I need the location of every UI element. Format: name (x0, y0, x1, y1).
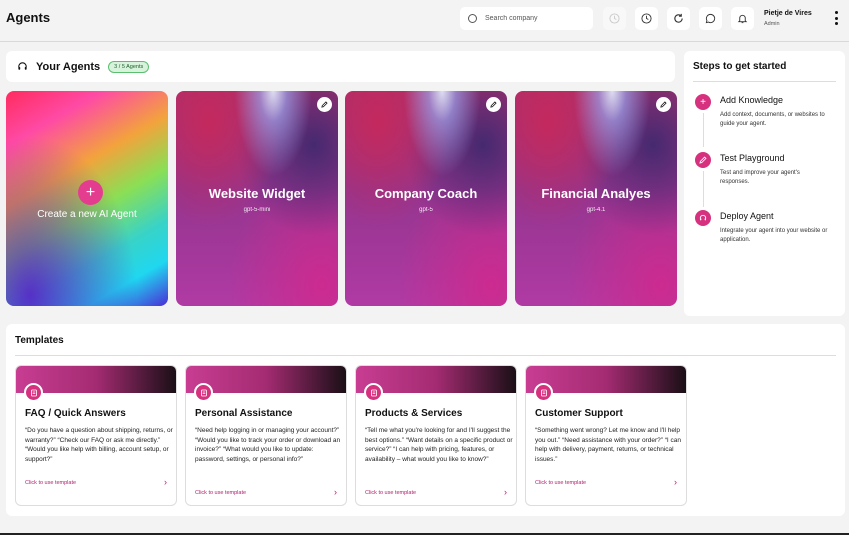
agent-card[interactable]: Financial Analyes gpt-4.1 (515, 91, 677, 306)
template-desc: “Something went wrong? Let me know and I… (535, 427, 681, 463)
use-template-link[interactable]: Click to use template (535, 480, 586, 486)
document-icon (534, 383, 553, 402)
use-template-link[interactable]: Click to use template (195, 490, 246, 496)
history-button-disabled[interactable] (603, 7, 626, 30)
kebab-icon[interactable] (834, 11, 838, 25)
chevron-right-icon[interactable]: › (504, 487, 507, 497)
notifications-button[interactable] (731, 7, 754, 30)
chat-icon (705, 13, 716, 24)
your-agents-title: Your Agents (36, 60, 101, 73)
templates-panel: Templates FAQ / Quick Answers “Do you ha… (6, 324, 845, 516)
steps-title: Steps to get started (693, 61, 836, 82)
pencil-icon (695, 152, 711, 168)
user-name[interactable]: Pietje de Vires (764, 10, 812, 17)
agent-card[interactable]: Company Coach gpt-5 (345, 91, 507, 306)
agent-name: Website Widget (208, 186, 306, 201)
step-desc: Add context, documents, or websites to g… (720, 112, 825, 127)
document-icon (194, 383, 213, 402)
chevron-right-icon[interactable]: › (334, 487, 337, 497)
template-desc: “Need help logging in or managing your a… (195, 427, 341, 463)
step-desc: Test and improve your agent's responses. (720, 170, 800, 185)
pencil-icon (490, 101, 497, 108)
template-card[interactable]: Personal Assistance “Need help logging i… (185, 365, 347, 506)
edit-agent-button[interactable] (656, 97, 671, 112)
agent-model: gpt-4.1 (586, 207, 606, 213)
template-card[interactable]: Products & Services “Tell me what you're… (355, 365, 517, 506)
steps-panel: Steps to get started + Add Knowledge Add… (684, 51, 845, 316)
templates-title: Templates (15, 335, 64, 346)
pencil-icon (660, 101, 667, 108)
your-agents-header: Your Agents 3 / 5 Agents (6, 51, 675, 82)
bell-icon (737, 14, 748, 24)
agent-card[interactable]: Website Widget gpt-5-mini (176, 91, 338, 306)
headset-icon (18, 62, 27, 70)
use-template-link[interactable]: Click to use template (365, 490, 416, 496)
step-desc: Integrate your agent into your website o… (720, 228, 828, 243)
history-button[interactable] (635, 7, 658, 30)
template-card[interactable]: FAQ / Quick Answers “Do you have a quest… (15, 365, 177, 506)
create-agent-card[interactable]: + Create a new AI Agent (6, 91, 168, 306)
divider (15, 355, 836, 356)
step-name: Deploy Agent (720, 211, 774, 221)
step-connector (703, 113, 704, 147)
plus-icon: + (695, 94, 711, 110)
template-desc: “Tell me what you're looking for and I'l… (365, 427, 513, 463)
template-title: Personal Assistance (195, 408, 293, 419)
template-desc: “Do you have a question about shipping, … (25, 427, 173, 463)
page-title: Agents (6, 10, 51, 25)
search-icon (468, 14, 477, 23)
search-box[interactable] (460, 7, 593, 30)
search-input[interactable] (485, 15, 580, 22)
plus-icon: + (78, 180, 103, 205)
step-name: Add Knowledge (720, 95, 784, 105)
refresh-button[interactable] (667, 7, 690, 30)
step-connector (703, 171, 704, 207)
top-bar: Agents Pietje de Vires Admin (0, 0, 849, 42)
agent-name: Company Coach (374, 186, 478, 201)
headset-icon (695, 210, 711, 226)
chevron-right-icon[interactable]: › (164, 477, 167, 487)
chevron-right-icon[interactable]: › (674, 477, 677, 487)
agents-count-badge: 3 / 5 Agents (108, 60, 150, 73)
clock-icon (641, 13, 652, 24)
create-agent-label: Create a new AI Agent (37, 209, 137, 220)
clock-faded-icon (609, 13, 620, 24)
edit-agent-button[interactable] (317, 97, 332, 112)
document-icon (24, 383, 43, 402)
edit-agent-button[interactable] (486, 97, 501, 112)
chat-button[interactable] (699, 7, 722, 30)
refresh-icon (674, 13, 683, 23)
document-icon (364, 383, 383, 402)
agent-name: Financial Analyes (541, 186, 651, 201)
template-title: FAQ / Quick Answers (25, 408, 126, 419)
agent-model: gpt-5 (419, 207, 433, 213)
template-card[interactable]: Customer Support “Something went wrong? … (525, 365, 687, 506)
use-template-link[interactable]: Click to use template (25, 480, 76, 486)
pencil-icon (321, 101, 328, 108)
template-title: Customer Support (535, 408, 623, 419)
agent-model: gpt-5-mini (243, 207, 271, 213)
step-name: Test Playground (720, 153, 785, 163)
user-role: Admin (764, 21, 780, 27)
template-title: Products & Services (365, 408, 463, 419)
